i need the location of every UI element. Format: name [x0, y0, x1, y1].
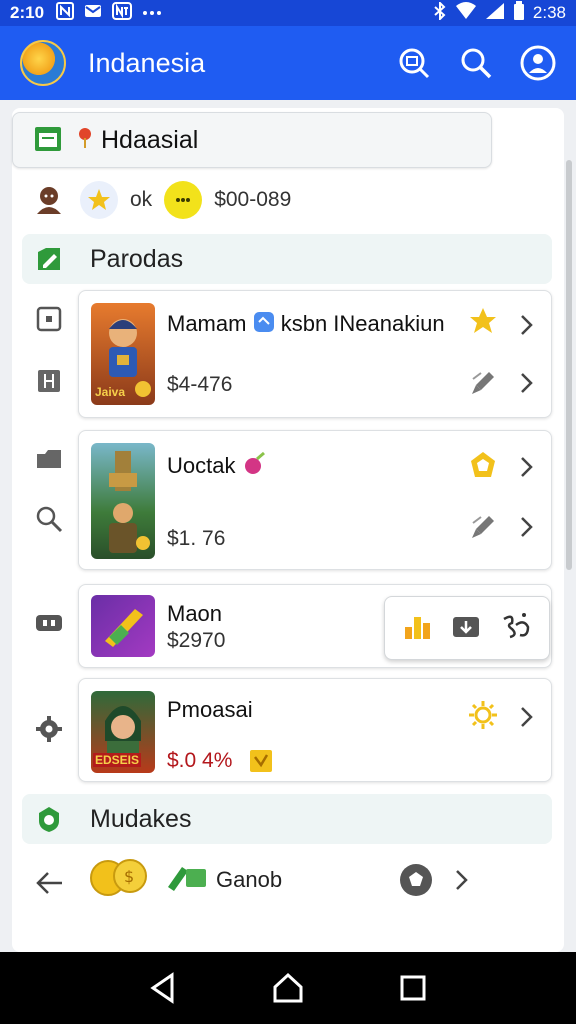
- search-icon[interactable]: [34, 504, 64, 534]
- chevron-right-icon[interactable]: [515, 515, 539, 539]
- n-icon: [56, 1, 75, 25]
- item-title-extra: ksbn INeanakiun: [280, 311, 445, 336]
- back-arrow-icon[interactable]: [34, 868, 64, 898]
- svg-text:$: $: [124, 867, 134, 886]
- item-thumbnail: Jaiva: [91, 303, 155, 405]
- item-price: $2970: [167, 629, 226, 652]
- money-icon: [164, 863, 210, 898]
- scrollbar[interactable]: [566, 160, 572, 570]
- list-item[interactable]: Jaiva Mamam ksbn INeanakiun $4-476: [78, 290, 552, 418]
- bluetooth-icon: [433, 0, 447, 25]
- location-bar[interactable]: Hdaasial: [12, 112, 492, 168]
- square-icon[interactable]: [34, 304, 64, 334]
- bar-chart-icon[interactable]: [402, 611, 432, 646]
- user-row: ok $00-089: [30, 178, 291, 222]
- soccer-ball-icon[interactable]: [398, 862, 434, 903]
- edit-icon: [34, 244, 64, 274]
- potion-icon: [242, 451, 268, 483]
- wifi-icon: [455, 1, 477, 25]
- item-title: Maon: [167, 601, 223, 626]
- section-title: Parodas: [90, 244, 184, 273]
- ticket-icon[interactable]: [34, 608, 64, 638]
- main-content: Hdaasial ok $00-089 Parodas Jaiva Mamam …: [12, 108, 564, 952]
- status-bar: 2:10 2:38: [0, 0, 576, 26]
- section-header-parodas: Parodas: [22, 234, 552, 284]
- chevron-right-icon[interactable]: [515, 705, 539, 729]
- item-title: Mamam ksbn INeanakiun: [167, 311, 445, 339]
- section-title: Mudakes: [90, 804, 192, 833]
- home-button[interactable]: [268, 968, 308, 1008]
- app-logo[interactable]: [20, 40, 66, 86]
- battery-icon: [513, 0, 525, 26]
- calendar-badge-icon: [253, 311, 275, 339]
- item-price: $.0 4%: [167, 749, 233, 772]
- bottom-row-label: Ganob: [216, 867, 283, 892]
- thumbnail-label: Jaiva: [95, 385, 126, 399]
- search-button[interactable]: [458, 45, 494, 81]
- calendar-icon: [33, 123, 63, 158]
- item-price: $4-476: [167, 373, 233, 396]
- status-clock-right: 2:38: [532, 3, 566, 22]
- app-bar: Indanesia: [0, 26, 576, 100]
- chevron-right-icon[interactable]: [454, 868, 470, 897]
- chevron-right-icon[interactable]: [515, 371, 539, 395]
- back-button[interactable]: [143, 968, 183, 1008]
- chevron-right-icon[interactable]: [515, 455, 539, 479]
- system-nav-bar: [0, 952, 576, 1024]
- item-thumbnail: [91, 595, 155, 657]
- status-time: 2:10: [10, 3, 45, 22]
- item-title-main: Uoctak: [167, 452, 236, 478]
- section-header-mudakes: Mudakes: [22, 794, 552, 844]
- location-label: Hdaasial: [101, 125, 199, 154]
- item-price: $1. 76: [167, 527, 226, 550]
- chevron-right-icon[interactable]: [515, 313, 539, 337]
- location-pin-icon: [77, 126, 93, 155]
- star-badge-icon[interactable]: [80, 181, 118, 219]
- mail-icon: [84, 2, 102, 25]
- app-title: Indanesia: [88, 47, 206, 78]
- chat-icon[interactable]: [164, 181, 203, 219]
- check-box-icon[interactable]: [247, 747, 275, 775]
- badge-icon[interactable]: [467, 449, 499, 481]
- item-title: Pmoasai: [167, 697, 253, 722]
- user-balance: $00-089: [214, 188, 292, 211]
- rocket-icon[interactable]: [467, 511, 499, 543]
- sun-icon[interactable]: [467, 699, 499, 731]
- item-title-main: Mamam: [167, 311, 247, 336]
- thumbnail-label: EDSEIS: [93, 753, 142, 767]
- list-item[interactable]: EDSEIS Pmoasai $.0 4%: [78, 678, 552, 782]
- signal-icon: [485, 2, 505, 25]
- scan-search-button[interactable]: [396, 45, 432, 81]
- download-box-icon[interactable]: [451, 611, 481, 646]
- bottom-row[interactable]: $ Ganob: [88, 850, 552, 910]
- grid-icon[interactable]: [34, 366, 64, 396]
- recents-button[interactable]: [393, 968, 433, 1008]
- item-thumbnail: EDSEIS: [91, 691, 155, 773]
- avatar[interactable]: [30, 181, 68, 219]
- more-dots-icon: [142, 4, 162, 22]
- star-icon[interactable]: [467, 305, 499, 337]
- item-title: Uoctak: [167, 451, 268, 483]
- list-item[interactable]: Uoctak $1. 76: [78, 430, 552, 570]
- rocket-icon[interactable]: [467, 367, 499, 399]
- quick-actions-panel: [384, 596, 550, 660]
- settings-icon[interactable]: [34, 714, 64, 744]
- folder-icon[interactable]: [34, 444, 64, 474]
- shield-icon: [34, 804, 64, 834]
- om-icon[interactable]: [500, 611, 532, 646]
- user-name: ok: [130, 188, 153, 211]
- nt-icon: [112, 1, 133, 25]
- account-button[interactable]: [520, 45, 556, 81]
- coins-icon: $: [88, 858, 154, 903]
- item-thumbnail: [91, 443, 155, 559]
